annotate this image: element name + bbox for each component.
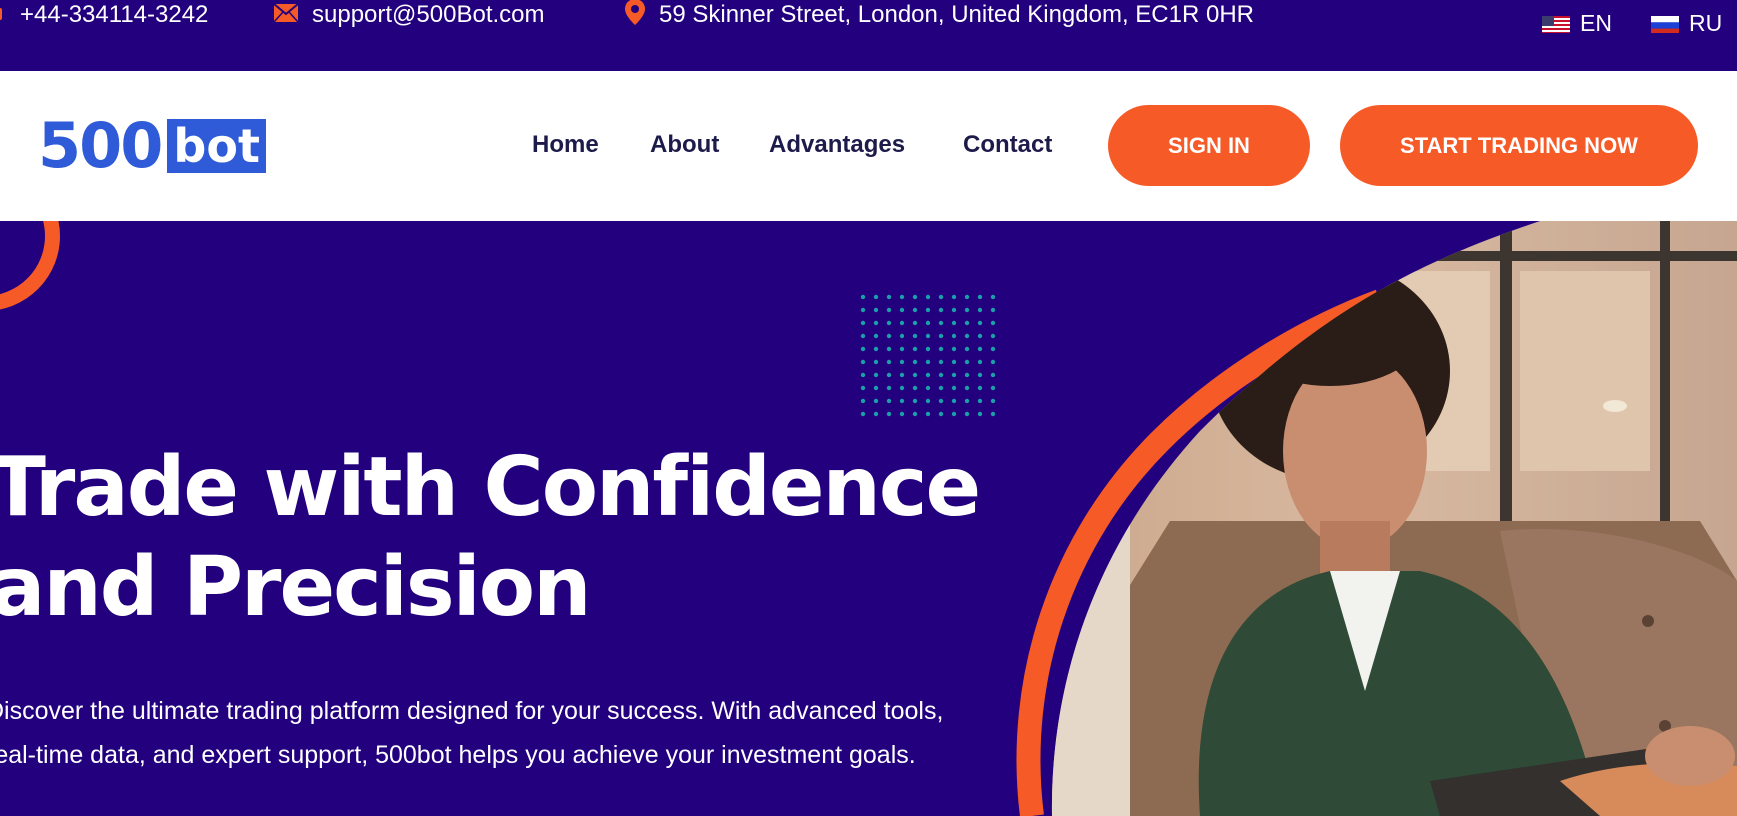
phone-number[interactable]: +44-334114-3242 <box>20 1 208 29</box>
ru-flag-icon <box>1651 14 1679 33</box>
nav-contact[interactable]: Contact <box>963 131 1052 159</box>
hero-section: Trade with Confidence and Precision Disc… <box>0 221 1737 816</box>
hero-title-line2: and Precision <box>0 540 591 635</box>
email-contact[interactable]: support@500Bot.com <box>273 0 545 30</box>
top-info-bar: +44-334114-3242 support@500Bot.com 59 Sk… <box>0 0 1737 71</box>
site-header: 500 bot Home About Advantages Contact SI… <box>0 71 1737 221</box>
logo-word: bot <box>167 119 266 173</box>
language-ru-label[interactable]: RU <box>1689 10 1722 37</box>
logo[interactable]: 500 bot <box>38 113 266 179</box>
nav-home[interactable]: Home <box>532 131 599 159</box>
address-contact: 59 Skinner Street, London, United Kingdo… <box>625 0 1254 30</box>
email-address[interactable]: support@500Bot.com <box>312 1 545 29</box>
start-trading-button[interactable]: START TRADING NOW <box>1340 105 1698 186</box>
hero-title-line1: Trade with Confidence <box>0 440 981 535</box>
nav-advantages[interactable]: Advantages <box>769 131 905 159</box>
sign-in-button[interactable]: SIGN IN <box>1108 105 1310 186</box>
language-ru[interactable]: RU <box>1651 10 1722 37</box>
hero-title: Trade with Confidence and Precision <box>0 438 981 638</box>
phone-contact[interactable]: +44-334114-3242 <box>0 0 208 30</box>
logo-number: 500 <box>38 109 163 182</box>
us-flag-icon <box>1542 14 1570 33</box>
nav-about[interactable]: About <box>650 131 719 159</box>
hero-description: Discover the ultimate trading platform d… <box>0 697 944 769</box>
language-en-label[interactable]: EN <box>1580 10 1612 37</box>
language-en[interactable]: EN <box>1542 10 1612 37</box>
address-text: 59 Skinner Street, London, United Kingdo… <box>659 1 1254 28</box>
phone-icon <box>0 1 6 29</box>
map-pin-icon <box>625 0 645 32</box>
envelope-icon <box>273 1 299 29</box>
